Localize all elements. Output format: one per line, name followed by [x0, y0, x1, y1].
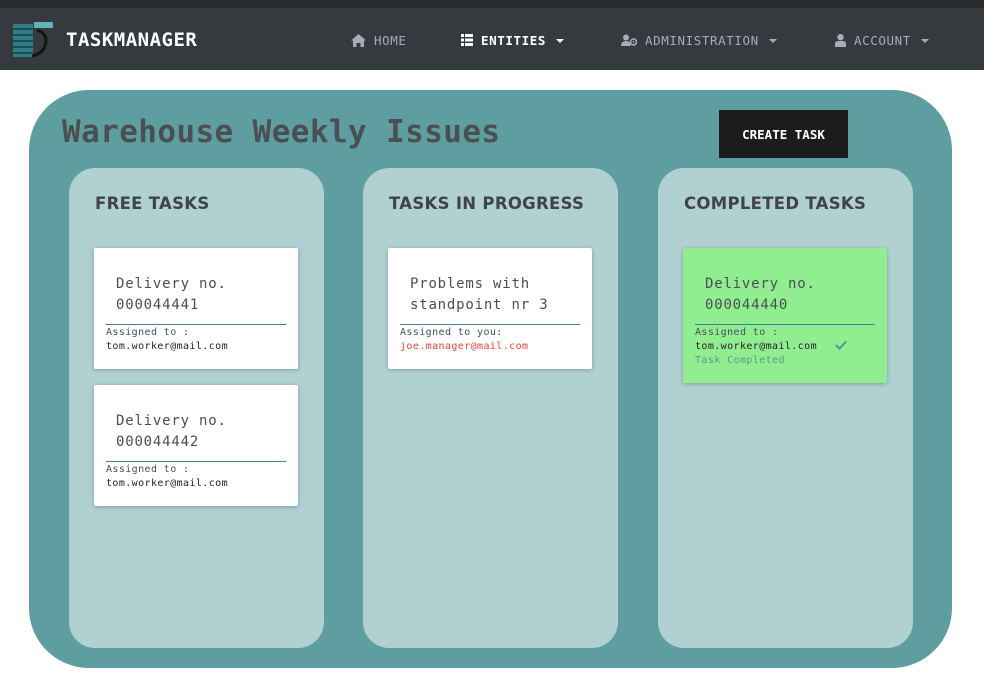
column-title: FREE TASKS — [95, 194, 210, 213]
nav-entities-label: ENTITIES — [481, 32, 547, 48]
nav-home-label: HOME — [374, 32, 407, 48]
task-card[interactable]: Problems with standpoint nr 3 Assigned t… — [388, 248, 592, 369]
assigned-label: Assigned to you: — [400, 327, 503, 338]
users-cog-icon — [621, 34, 637, 46]
app-title: TASKMANAGER — [66, 29, 198, 51]
task-card[interactable]: Delivery no. 000044440 Assigned to : tom… — [683, 248, 887, 383]
create-task-button[interactable]: CREATE TASK — [719, 110, 848, 158]
task-status: Task Completed — [695, 355, 785, 366]
column-title: TASKS IN PROGRESS — [389, 194, 585, 213]
nav-entities[interactable]: ENTITIES — [461, 30, 565, 50]
card-divider — [400, 324, 580, 325]
nav-account[interactable]: ACCOUNT — [835, 30, 929, 50]
column-tasks-in-progress: TASKS IN PROGRESS Problems with standpoi… — [363, 168, 618, 648]
board-title: Warehouse Weekly Issues — [62, 114, 501, 150]
assignee-email: tom.worker@mail.com — [106, 341, 228, 352]
card-divider — [106, 461, 286, 462]
task-title: Delivery no. 000044440 — [705, 276, 816, 313]
column-free-tasks: FREE TASKS Delivery no. 000044441 Assign… — [69, 168, 324, 648]
card-divider — [106, 324, 286, 325]
assigned-label: Assigned to : — [106, 464, 190, 475]
chevron-down-icon — [920, 38, 929, 43]
assigned-label: Assigned to : — [695, 327, 779, 338]
card-divider — [695, 324, 875, 325]
chevron-down-icon — [768, 38, 777, 43]
task-card[interactable]: Delivery no. 000044442 Assigned to : tom… — [94, 385, 298, 506]
home-icon — [351, 33, 366, 47]
task-title: Problems with standpoint nr 3 — [410, 276, 549, 313]
assigned-label: Assigned to : — [106, 327, 190, 338]
list-icon — [461, 34, 473, 46]
top-strip — [0, 0, 984, 8]
assignee-email: joe.manager@mail.com — [400, 341, 529, 352]
navbar: TASKMANAGER HOME ENTITIES ADMINISTRATION — [0, 8, 984, 70]
task-title: Delivery no. 000044441 — [116, 276, 227, 313]
taskmanager-logo-icon — [12, 20, 54, 60]
column-completed-tasks: COMPLETED TASKS Delivery no. 000044440 A… — [658, 168, 913, 648]
brand[interactable]: TASKMANAGER — [12, 20, 197, 60]
nav-home[interactable]: HOME — [351, 30, 407, 50]
assignee-email: tom.worker@mail.com — [695, 341, 817, 352]
nav-administration[interactable]: ADMINISTRATION — [621, 30, 777, 50]
task-board: Warehouse Weekly Issues CREATE TASK FREE… — [29, 90, 952, 668]
assignee-email: tom.worker@mail.com — [106, 478, 228, 489]
nav-account-label: ACCOUNT — [854, 32, 911, 48]
user-icon — [835, 33, 846, 47]
task-card[interactable]: Delivery no. 000044441 Assigned to : tom… — [94, 248, 298, 369]
chevron-down-icon — [556, 38, 565, 43]
nav-administration-label: ADMINISTRATION — [645, 32, 759, 48]
task-title: Delivery no. 000044442 — [116, 413, 227, 450]
column-title: COMPLETED TASKS — [684, 194, 867, 213]
check-icon — [835, 340, 847, 350]
